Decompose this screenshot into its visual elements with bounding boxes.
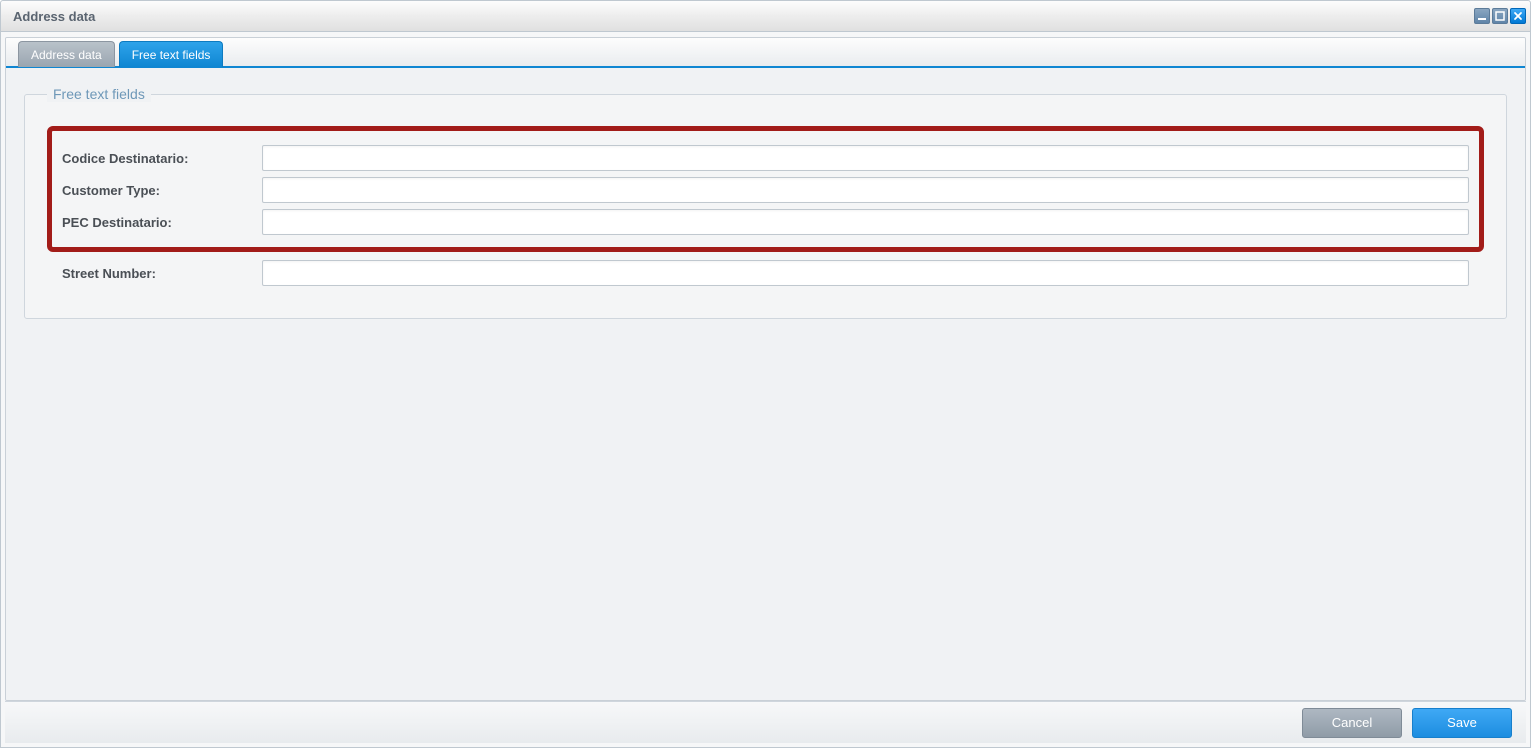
label-pec-destinatario: PEC Destinatario: (62, 215, 262, 230)
label-codice-destinatario: Codice Destinatario: (62, 151, 262, 166)
row-codice-destinatario: Codice Destinatario: (62, 145, 1469, 171)
window: Address data Address data Free text fiel… (0, 0, 1531, 748)
tab-free-text-fields[interactable]: Free text fields (119, 41, 224, 67)
maximize-icon[interactable] (1492, 8, 1508, 24)
titlebar: Address data (0, 0, 1531, 32)
input-codice-destinatario[interactable] (262, 145, 1469, 171)
label-street-number: Street Number: (62, 266, 262, 281)
row-customer-type: Customer Type: (62, 177, 1469, 203)
window-title: Address data (13, 9, 95, 24)
input-street-number[interactable] (262, 260, 1469, 286)
row-street-number: Street Number: (47, 260, 1484, 286)
input-pec-destinatario[interactable] (262, 209, 1469, 235)
label-customer-type: Customer Type: (62, 183, 262, 198)
inner-panel: Address data Free text fields Free text … (5, 37, 1526, 701)
tab-address-data[interactable]: Address data (18, 41, 115, 67)
tabstrip: Address data Free text fields (6, 38, 1525, 68)
input-customer-type[interactable] (262, 177, 1469, 203)
window-body: Address data Free text fields Free text … (0, 32, 1531, 748)
free-text-fields-group: Free text fields Codice Destinatario: Cu… (24, 86, 1507, 319)
tab-content: Free text fields Codice Destinatario: Cu… (6, 68, 1525, 700)
highlight-annotation: Codice Destinatario: Customer Type: PEC … (47, 126, 1484, 252)
footer-bar: Cancel Save (5, 701, 1526, 743)
window-controls (1474, 8, 1526, 24)
tab-label: Free text fields (132, 48, 211, 62)
row-pec-destinatario: PEC Destinatario: (62, 209, 1469, 235)
cancel-button[interactable]: Cancel (1302, 708, 1402, 738)
fieldset-legend: Free text fields (47, 86, 151, 102)
tab-label: Address data (31, 48, 102, 62)
minimize-icon[interactable] (1474, 8, 1490, 24)
close-icon[interactable] (1510, 8, 1526, 24)
button-label: Cancel (1332, 715, 1372, 730)
button-label: Save (1447, 715, 1477, 730)
save-button[interactable]: Save (1412, 708, 1512, 738)
